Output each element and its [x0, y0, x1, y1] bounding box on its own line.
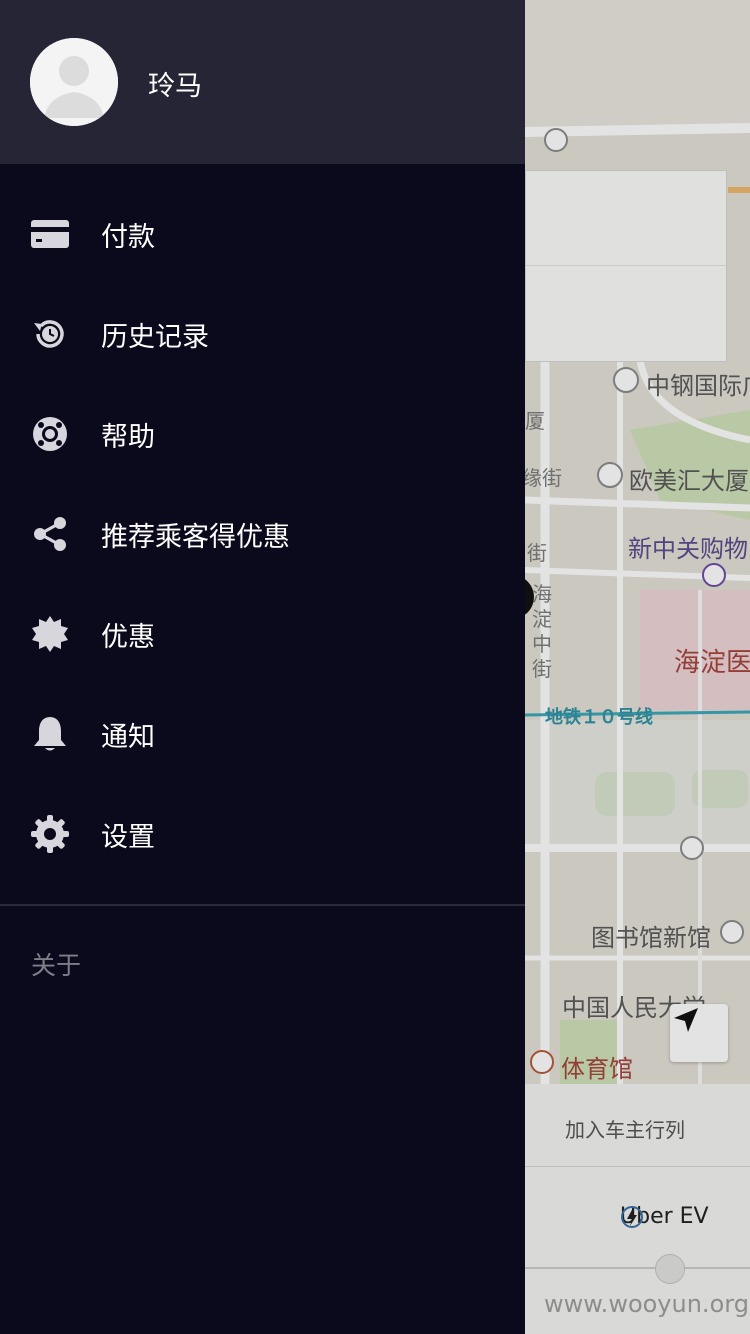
navigation-drawer: 玲马 付款 历史记录 帮助 推荐乘客得优惠 优惠 通知 设置 关于	[0, 0, 525, 1334]
menu-item-settings[interactable]: 设置	[0, 784, 525, 884]
menu-item-refer[interactable]: 推荐乘客得优惠	[0, 484, 525, 584]
menu-label-history: 历史记录	[101, 321, 209, 353]
lifebuoy-icon	[30, 414, 70, 454]
badge-icon	[30, 614, 70, 654]
gear-icon	[30, 814, 70, 854]
share-icon	[30, 514, 70, 554]
profile-header[interactable]: 玲马	[0, 0, 525, 164]
default-avatar-icon	[30, 38, 118, 126]
drawer-menu: 付款 历史记录 帮助 推荐乘客得优惠 优惠 通知 设置	[0, 184, 525, 884]
history-icon	[30, 314, 70, 354]
menu-item-promotions[interactable]: 优惠	[0, 584, 525, 684]
menu-item-history[interactable]: 历史记录	[0, 284, 525, 384]
drawer-divider	[0, 904, 525, 906]
menu-label-notifications: 通知	[101, 721, 155, 753]
menu-label-payment: 付款	[101, 221, 155, 253]
menu-label-help: 帮助	[101, 421, 155, 453]
bell-icon	[30, 714, 70, 754]
menu-label-refer: 推荐乘客得优惠	[101, 521, 290, 553]
username: 玲马	[148, 71, 202, 102]
about-link[interactable]: 关于	[31, 946, 81, 982]
credit-card-icon	[30, 214, 70, 254]
menu-item-help[interactable]: 帮助	[0, 384, 525, 484]
menu-label-promotions: 优惠	[101, 621, 155, 653]
menu-item-notifications[interactable]: 通知	[0, 684, 525, 784]
menu-label-settings: 设置	[101, 821, 155, 853]
avatar[interactable]	[30, 38, 118, 126]
menu-item-payment[interactable]: 付款	[0, 184, 525, 284]
